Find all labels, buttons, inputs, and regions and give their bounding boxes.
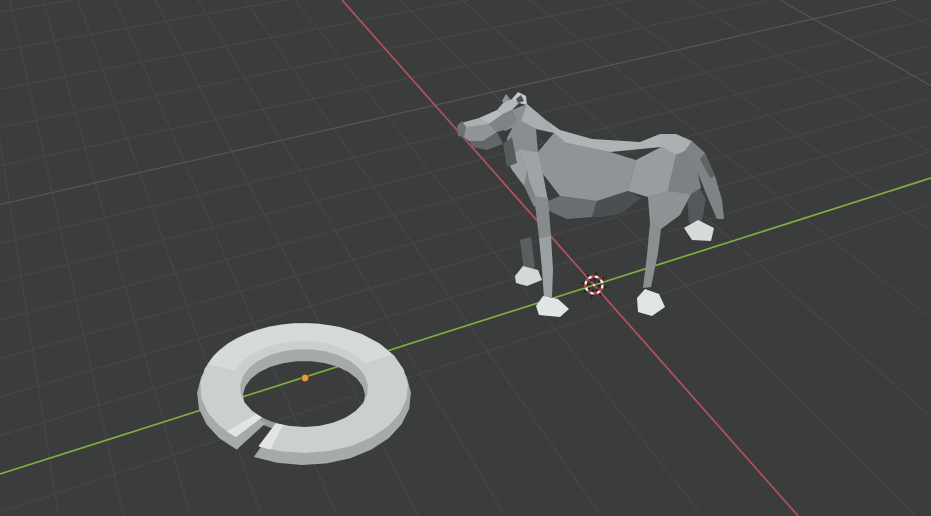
viewport-canvas[interactable] — [0, 0, 931, 516]
object-origin-dot[interactable] — [302, 375, 308, 381]
cursor-center-dot — [593, 284, 595, 286]
blender-3d-viewport[interactable] — [0, 0, 931, 516]
viewport-background — [0, 0, 931, 516]
